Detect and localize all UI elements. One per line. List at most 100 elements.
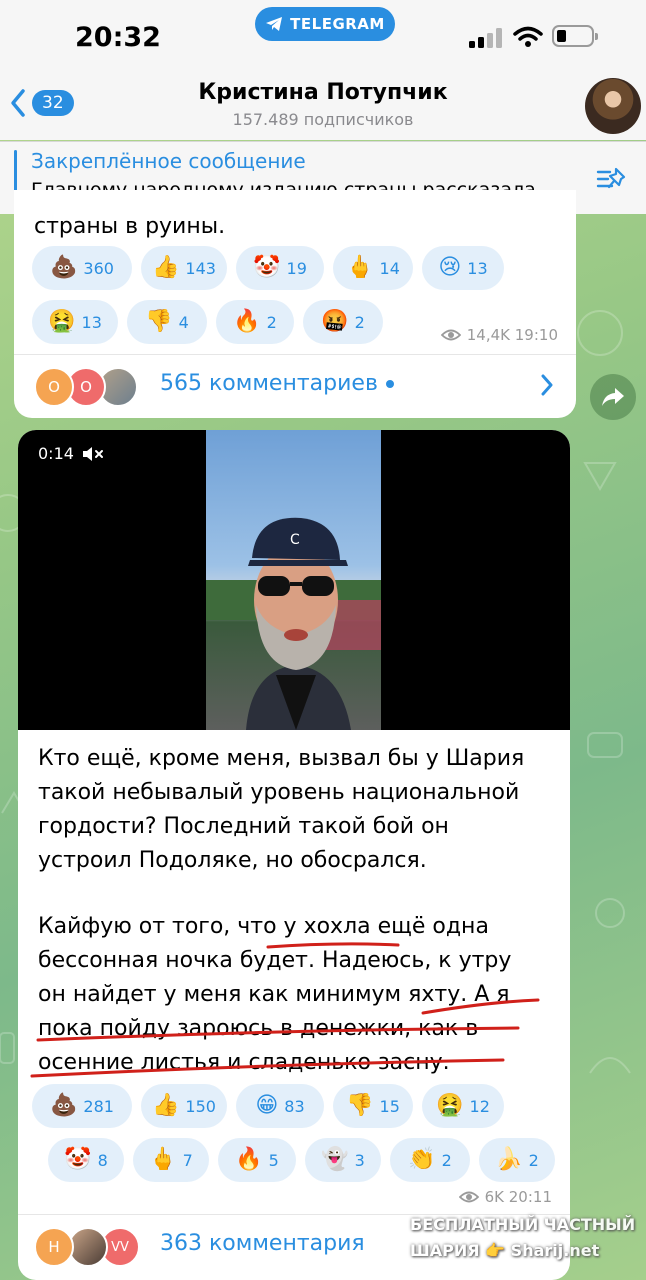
reaction-chip[interactable]: 😢 13 <box>422 246 504 290</box>
reaction-emoji-icon: 🔥 <box>233 309 261 334</box>
channel-avatar[interactable] <box>585 78 641 134</box>
reaction-count: 2 <box>528 1150 539 1170</box>
reaction-chip[interactable]: 🤡 8 <box>48 1138 124 1182</box>
reactions-row: 💩 360 👍 143 🤡 19 🖕 14 😢 13 <box>32 246 504 290</box>
reaction-emoji-icon: 🤡 <box>253 255 281 280</box>
commenter-avatar: Н <box>34 1227 74 1267</box>
message-text: страны в руины. <box>34 214 226 239</box>
reaction-count: 83 <box>284 1096 305 1116</box>
reaction-chip[interactable]: 👻 3 <box>305 1138 381 1182</box>
status-time: 20:32 <box>75 22 161 53</box>
reaction-emoji-icon: 🍌 <box>495 1147 523 1172</box>
text-line: такой небывалый уровень национальной <box>38 780 520 805</box>
reaction-chip[interactable]: 🖕 14 <box>333 246 413 290</box>
pointing-hand-icon: 👉 <box>485 1241 506 1260</box>
reaction-count: 3 <box>354 1150 365 1170</box>
reaction-emoji-icon: 👻 <box>321 1147 349 1172</box>
reaction-chip[interactable]: 👍 143 <box>141 246 227 290</box>
reaction-chip[interactable]: 🤡 19 <box>236 246 324 290</box>
reaction-chip[interactable]: 👏 2 <box>390 1138 470 1182</box>
reaction-emoji-icon: 😢 <box>438 255 462 280</box>
reaction-chip[interactable]: 🤮 13 <box>32 300 118 344</box>
reaction-count: 360 <box>83 258 114 278</box>
reaction-emoji-icon: 🖕 <box>346 255 374 280</box>
reaction-count: 2 <box>354 312 365 332</box>
reaction-chip[interactable]: 💩 281 <box>32 1084 132 1128</box>
message-bubble[interactable]: страны в руины. 💩 360 👍 143 🤡 19 🖕 14 😢 13 🤮 13 👎 4 🔥… <box>14 190 576 418</box>
reaction-chip[interactable]: 🖕 7 <box>133 1138 209 1182</box>
reaction-emoji-icon: 🤡 <box>64 1147 92 1172</box>
message-paragraph: Кто ещё, кроме меня, вызвал бы у Шария т… <box>38 742 524 878</box>
muted-speaker-icon[interactable] <box>82 446 104 462</box>
return-to-app-pill[interactable]: TELEGRAM <box>255 7 395 41</box>
red-underline-annotation <box>30 942 540 1078</box>
video-frame: C <box>206 430 381 730</box>
commenter-avatar: О <box>34 367 74 407</box>
reaction-chip[interactable]: 👎 4 <box>127 300 207 344</box>
reaction-count: 2 <box>266 312 277 332</box>
comments-row[interactable]: О О 565 комментариев <box>14 354 576 419</box>
reaction-chip[interactable]: 🔥 2 <box>216 300 294 344</box>
reactions-row: 💩 281 👍 150 😁 83 👎 15 🤮 12 <box>32 1084 504 1128</box>
reaction-emoji-icon: 🖕 <box>149 1147 177 1172</box>
cellular-signal-icon <box>469 28 502 48</box>
reaction-emoji-icon: 💩 <box>50 1093 78 1118</box>
share-button[interactable] <box>590 374 636 420</box>
reaction-count: 15 <box>379 1096 400 1116</box>
reaction-emoji-icon: 🔥 <box>235 1147 263 1172</box>
reaction-emoji-icon: 🤮 <box>436 1093 464 1118</box>
navigation-header: 20:32 TELEGRAM 32 Кристина Потупчик 157.… <box>0 0 646 140</box>
share-arrow-icon <box>602 388 624 406</box>
reaction-count: 7 <box>182 1150 193 1170</box>
reaction-emoji-icon: 👎 <box>145 309 173 334</box>
reaction-count: 14 <box>379 258 400 278</box>
message-meta: 14,4K 19:10 <box>440 326 558 344</box>
reaction-count: 2 <box>441 1150 452 1170</box>
video-thumbnail: C <box>206 517 381 730</box>
message-meta: 6K 20:11 <box>458 1188 552 1206</box>
reaction-chip[interactable]: 🤮 12 <box>422 1084 504 1128</box>
views-eye-icon <box>440 329 461 341</box>
watermark-line: БЕСПЛАТНЫЙ ЧАСТНЫЙ <box>410 1215 636 1234</box>
reaction-chip[interactable]: 😁 83 <box>236 1084 324 1128</box>
video-duration: 0:14 <box>38 444 104 463</box>
watermark-line: ШАРИЯ 👉 Sharij.net <box>410 1241 600 1260</box>
battery-icon <box>552 25 598 47</box>
channel-title[interactable]: Кристина Потупчик <box>0 80 646 105</box>
reaction-chip[interactable]: 👍 150 <box>141 1084 227 1128</box>
watermark: БЕСПЛАТНЫЙ ЧАСТНЫЙ ШАРИЯ 👉 Sharij.net <box>410 1212 635 1264</box>
reaction-count: 8 <box>97 1150 108 1170</box>
telegram-icon <box>266 17 283 31</box>
reaction-emoji-icon: 😁 <box>255 1093 279 1118</box>
pinned-list-icon[interactable] <box>596 166 628 192</box>
comments-count: 363 комментария <box>160 1231 365 1256</box>
reaction-emoji-icon: 💩 <box>50 255 78 280</box>
reaction-count: 4 <box>178 312 189 332</box>
video-player[interactable]: C 0:14 <box>18 430 570 730</box>
reaction-chip[interactable]: 🔥 5 <box>218 1138 296 1182</box>
pinned-title: Закреплённое сообщение <box>31 149 306 173</box>
views-and-time: 14,4K 19:10 <box>466 326 558 344</box>
reaction-chip[interactable]: 💩 360 <box>32 246 132 290</box>
chevron-right-icon <box>541 374 553 396</box>
views-eye-icon <box>458 1191 479 1203</box>
app-pill-label: TELEGRAM <box>290 15 385 33</box>
text-line: устроил Подоляке, но обосрался. <box>38 848 427 873</box>
reaction-count: 13 <box>467 258 488 278</box>
reaction-chip[interactable]: 👎 15 <box>333 1084 413 1128</box>
reaction-emoji-icon: 🤬 <box>321 309 349 334</box>
reaction-emoji-icon: 👍 <box>152 1093 180 1118</box>
reaction-emoji-icon: 👏 <box>408 1147 436 1172</box>
reaction-count: 12 <box>469 1096 490 1116</box>
reaction-count: 143 <box>185 258 216 278</box>
subscriber-count: 157.489 подписчиков <box>232 110 414 129</box>
reaction-chip[interactable]: 🤬 2 <box>303 300 383 344</box>
views-and-time: 6K 20:11 <box>484 1188 552 1206</box>
reaction-chip[interactable]: 🍌 2 <box>479 1138 555 1182</box>
reaction-emoji-icon: 👎 <box>346 1093 374 1118</box>
reactions-row: 🤮 13 👎 4 🔥 2 🤬 2 <box>32 300 383 344</box>
reaction-count: 281 <box>83 1096 114 1116</box>
text-line: Кто ещё, кроме меня, вызвал бы у Шария <box>38 746 525 771</box>
message-bubble[interactable]: C 0:14 Кто ещё, кроме меня, вызвал бы у … <box>18 430 570 1280</box>
video-time-label: 0:14 <box>38 444 74 463</box>
